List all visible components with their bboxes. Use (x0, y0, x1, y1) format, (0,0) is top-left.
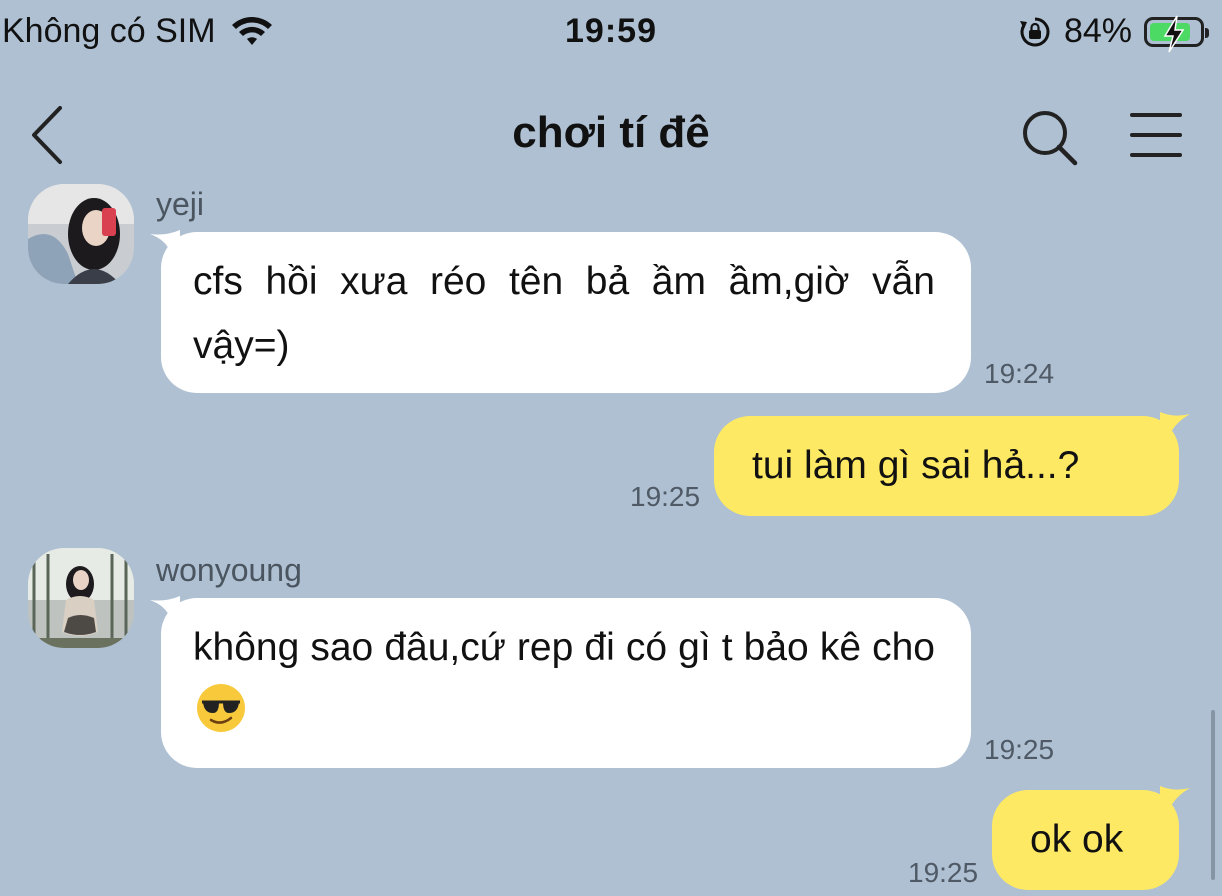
bubble-tail (1160, 786, 1190, 808)
message-bubble[interactable]: ok ok (992, 790, 1179, 890)
message-time: 19:25 (984, 734, 1055, 765)
avatar-yeji[interactable] (28, 184, 134, 284)
avatar-wonyoung[interactable] (28, 548, 134, 648)
lightning-bolt-icon (1163, 15, 1185, 52)
bubble-tail (1160, 412, 1190, 434)
message-bubble[interactable]: không sao đâu,cứ rep đi có gì t bảo kê c… (161, 598, 971, 768)
message-time: 19:25 (630, 481, 701, 512)
message-text: ok ok (1030, 818, 1124, 861)
status-bar: Không có SIM 19:59 84% (0, 0, 1222, 64)
sender-name: wonyoung (156, 552, 302, 588)
battery-percent: 84% (1063, 12, 1132, 50)
message-text: tui làm gì sai hả...? (752, 444, 1080, 487)
message-bubble[interactable]: tui làm gì sai hả...? (714, 416, 1179, 516)
rotation-lock-icon (1019, 17, 1050, 46)
chat-header: chơi tí đê (0, 92, 1222, 182)
sender-name: yeji (156, 186, 205, 222)
battery-charging-icon (1144, 15, 1209, 52)
menu-icon (1130, 113, 1182, 157)
message-text: cfs hồi xưa réo tên bả ầm ầm,giờ vẫn vậy… (193, 260, 935, 367)
status-right: 84% (1018, 12, 1209, 52)
message-time: 19:24 (984, 358, 1055, 389)
message-text: không sao đâu,cứ rep đi có gì t bảo kê c… (193, 626, 935, 669)
menu-button[interactable] (1128, 110, 1184, 160)
message-time: 19:25 (908, 857, 979, 888)
scrollbar[interactable] (1211, 710, 1215, 880)
search-icon (1023, 111, 1078, 166)
message-bubble[interactable]: cfs hồi xưa réo tên bả ầm ầm,giờ vẫn vậy… (161, 232, 971, 393)
sunglasses-emoji-icon (197, 684, 245, 732)
search-button[interactable] (1018, 106, 1080, 168)
